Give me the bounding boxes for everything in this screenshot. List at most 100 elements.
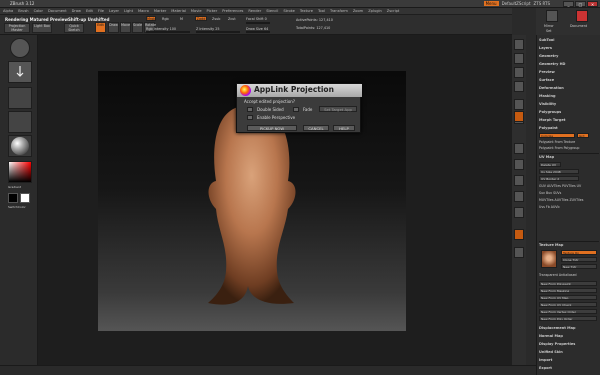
zsub-button[interactable]: Zsub bbox=[212, 17, 220, 21]
suvs-button[interactable]: SUVs bbox=[553, 191, 561, 195]
menu-stroke[interactable]: Stroke bbox=[283, 9, 294, 13]
brush-thumbnail[interactable] bbox=[10, 38, 30, 58]
menu-preferences[interactable]: Preferences bbox=[222, 9, 243, 13]
projection-master-button[interactable]: Projection Master bbox=[4, 23, 30, 33]
mirror-icon[interactable] bbox=[546, 10, 558, 22]
menu-tool[interactable]: Tool bbox=[318, 9, 325, 13]
scale-icon[interactable] bbox=[514, 191, 524, 202]
z-intensity-slider[interactable] bbox=[196, 31, 240, 33]
close-button[interactable]: ✕ bbox=[587, 1, 598, 7]
auvtiles-2-button[interactable]: AUVTiles bbox=[555, 198, 569, 202]
draw-button[interactable]: Draw bbox=[108, 22, 119, 33]
gradient-label[interactable]: Gradient bbox=[8, 185, 21, 189]
section-preview[interactable]: Preview bbox=[539, 70, 599, 75]
mrgb-button[interactable]: Mrgb bbox=[146, 16, 156, 21]
double-sided-checkbox[interactable] bbox=[247, 107, 253, 112]
color-picker[interactable] bbox=[8, 161, 32, 183]
switch-color-label[interactable]: SwitchColor bbox=[8, 205, 26, 209]
rotate-icon[interactable] bbox=[514, 207, 524, 218]
suv-button[interactable]: Suv bbox=[539, 191, 545, 195]
menu-movie[interactable]: Movie bbox=[191, 9, 202, 13]
transparent-button[interactable]: Transparent bbox=[539, 273, 558, 277]
guv-button[interactable]: GUV bbox=[539, 184, 546, 188]
actual-icon[interactable] bbox=[514, 67, 524, 78]
menu-transform[interactable]: Transform bbox=[330, 9, 348, 13]
section-displacement-map[interactable]: Displacement Map bbox=[539, 326, 599, 331]
puvtiles-button[interactable]: PUVTiles bbox=[562, 184, 576, 188]
uv-map-header[interactable]: UV Map bbox=[539, 155, 599, 160]
rgb-button[interactable]: Rgb bbox=[162, 17, 169, 21]
pickup-now-button[interactable]: PICKUP NOW bbox=[247, 125, 297, 131]
xyz-icon[interactable] bbox=[514, 143, 524, 154]
texture-on-button[interactable]: Texture On bbox=[561, 250, 597, 255]
frame-icon[interactable] bbox=[514, 159, 524, 170]
section-geometry-hd[interactable]: Geometry HD bbox=[539, 62, 599, 67]
muvtiles-button[interactable]: MUVTiles bbox=[539, 198, 554, 202]
rgb-intensity-slider[interactable] bbox=[146, 31, 190, 33]
menu-zscript[interactable]: Zscript bbox=[387, 9, 399, 13]
clone-txtr-button[interactable]: Clone Txtr bbox=[561, 257, 597, 262]
menu-layer[interactable]: Layer bbox=[109, 9, 119, 13]
maximize-button[interactable]: □ bbox=[575, 1, 586, 7]
move-button[interactable]: Move bbox=[120, 22, 131, 33]
menu-texture[interactable]: Texture bbox=[300, 9, 313, 13]
extra-label[interactable]: ZTS RTS bbox=[534, 1, 550, 6]
menu-material[interactable]: Material bbox=[171, 9, 186, 13]
quick-sketch-button[interactable]: Quick Sketch bbox=[64, 23, 84, 33]
fade-checkbox[interactable] bbox=[293, 107, 299, 112]
antialiased-button[interactable]: Antialiased bbox=[559, 273, 577, 277]
auvtiles-button[interactable]: AUVTiles bbox=[547, 184, 561, 188]
menu-marker[interactable]: Marker bbox=[154, 9, 166, 13]
section-normal-map[interactable]: Normal Map bbox=[539, 334, 599, 339]
menu-light[interactable]: Light bbox=[124, 9, 133, 13]
auvb-button[interactable]: AUVb bbox=[551, 205, 560, 209]
polypaint-from-polygroup[interactable]: Polypaint From Polygroup bbox=[539, 146, 599, 151]
uvs-button[interactable]: Uvs bbox=[539, 205, 545, 209]
zuvtiles-button[interactable]: ZUVTiles bbox=[569, 198, 583, 202]
menu-file[interactable]: File bbox=[98, 9, 104, 13]
enable-perspective-checkbox[interactable] bbox=[247, 115, 253, 120]
lightbox-button[interactable]: Light Box bbox=[32, 23, 52, 33]
m-button[interactable]: M bbox=[180, 17, 183, 21]
new-from-vertex-order[interactable]: New From Vertex Order bbox=[539, 309, 597, 314]
zoom-icon[interactable] bbox=[514, 53, 524, 64]
layout-label[interactable]: DefaultZScript bbox=[502, 1, 531, 6]
menu-zoom[interactable]: Zoom bbox=[353, 9, 363, 13]
menu-render[interactable]: Render bbox=[248, 9, 261, 13]
new-from-masking[interactable]: New From Masking bbox=[539, 288, 597, 293]
menu-color[interactable]: Color bbox=[34, 9, 43, 13]
scroll-icon[interactable] bbox=[514, 39, 524, 50]
main-color-swatch[interactable] bbox=[8, 193, 18, 203]
new-from-uv-check[interactable]: New From UV Check bbox=[539, 302, 597, 307]
menu-brush[interactable]: Brush bbox=[18, 9, 28, 13]
persp-icon[interactable] bbox=[514, 99, 524, 110]
polypaint-from-texture[interactable]: Polypaint From Texture bbox=[539, 140, 599, 145]
uv-button[interactable]: UV bbox=[577, 184, 582, 188]
scale-button[interactable]: Scale bbox=[132, 22, 143, 33]
texture-thumbnail[interactable] bbox=[8, 111, 32, 133]
zcut-button[interactable]: Zcut bbox=[228, 17, 236, 21]
menu-draw[interactable]: Draw bbox=[72, 9, 81, 13]
zadd-button[interactable]: Zadd bbox=[195, 16, 207, 21]
section-unified-skin[interactable]: Unified Skin bbox=[539, 350, 599, 355]
move-icon[interactable] bbox=[514, 175, 524, 186]
section-visibility[interactable]: Visibility bbox=[539, 102, 599, 107]
help-button[interactable]: HELP bbox=[333, 125, 355, 131]
section-subtool[interactable]: SubTool bbox=[539, 38, 599, 43]
transp-icon[interactable] bbox=[514, 247, 524, 258]
menu-document[interactable]: Document bbox=[48, 9, 67, 13]
edit-button[interactable]: Edit bbox=[95, 22, 106, 33]
menu-picker[interactable]: Picker bbox=[207, 9, 218, 13]
texture-thumbnail[interactable] bbox=[541, 250, 557, 268]
fb-button[interactable]: Fb bbox=[546, 205, 550, 209]
buv-button[interactable]: Buv bbox=[546, 191, 552, 195]
section-display-properties[interactable]: Display Properties bbox=[539, 342, 599, 347]
menu-zplugin[interactable]: Zplugin bbox=[368, 9, 382, 13]
polyf-icon[interactable] bbox=[514, 229, 524, 240]
section-polygroups[interactable]: Polygroups bbox=[539, 110, 599, 115]
new-from-poly-order[interactable]: New From Poly Order bbox=[539, 316, 597, 321]
cancel-button[interactable]: CANCEL bbox=[303, 125, 329, 131]
new-txtr-button[interactable]: New Txtr bbox=[561, 264, 597, 269]
menu-toggle[interactable]: Menu bbox=[483, 1, 499, 6]
material-thumbnail[interactable] bbox=[8, 135, 32, 157]
